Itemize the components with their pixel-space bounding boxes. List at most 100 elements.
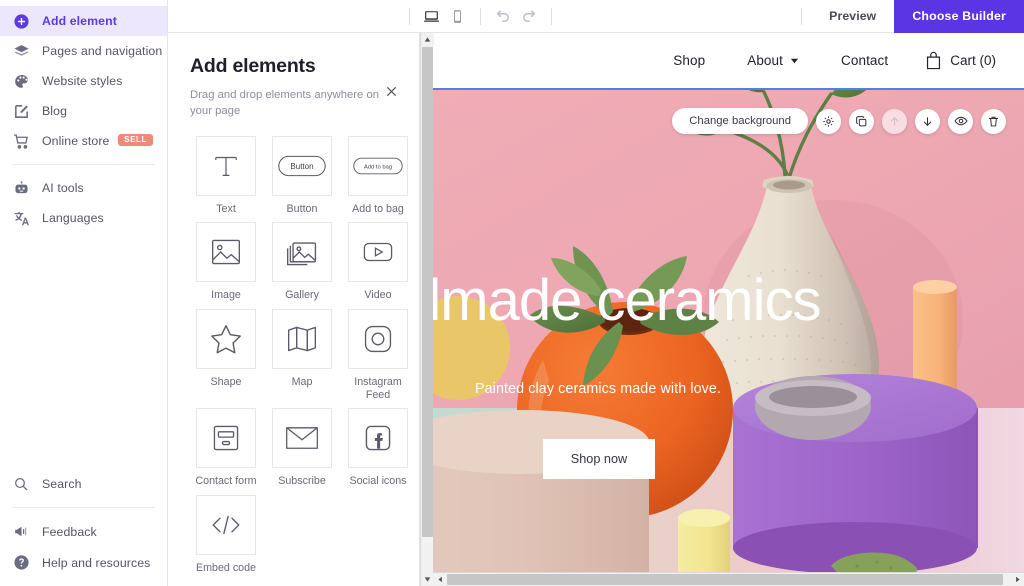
gear-icon <box>822 115 835 128</box>
left-sidebar: Add element Pages and navigation Website… <box>0 0 168 586</box>
contact-form-icon <box>196 408 256 468</box>
shopping-bag-icon <box>925 51 942 70</box>
element-tile-label: Subscribe <box>266 475 338 488</box>
robot-icon <box>10 177 32 199</box>
element-tile-add-to-bag[interactable]: Add to bag Add to bag <box>342 136 414 216</box>
desktop-icon[interactable] <box>419 4 445 28</box>
sidebar-item-help-and-resources[interactable]: Help and resources <box>0 547 167 578</box>
section-move-down-button[interactable] <box>915 109 940 134</box>
preview-button[interactable]: Preview <box>811 9 894 23</box>
instagram-icon <box>348 309 408 369</box>
pencil-square-icon <box>10 100 32 122</box>
sidebar-item-languages[interactable]: Languages <box>0 203 167 233</box>
sidebar-item-pages-and-navigation[interactable]: Pages and navigation <box>0 36 167 66</box>
scrollbar-thumb-horizontal[interactable] <box>447 574 1003 585</box>
nav-link-about[interactable]: About <box>726 53 820 68</box>
cart-label: Cart (0) <box>950 53 996 68</box>
text-t-icon <box>196 136 256 196</box>
search-icon <box>10 473 32 495</box>
close-icon[interactable] <box>383 83 399 99</box>
sidebar-item-ai-tools[interactable]: AI tools <box>0 173 167 203</box>
element-tile-subscribe[interactable]: Subscribe <box>266 408 338 488</box>
element-tile-label: Map <box>266 376 338 389</box>
sidebar-item-feedback[interactable]: Feedback <box>0 516 167 547</box>
sidebar-item-search[interactable]: Search <box>0 468 167 499</box>
section-move-up-button <box>882 109 907 134</box>
arrow-down-icon <box>921 115 934 128</box>
scroll-left-icon[interactable] <box>433 573 447 586</box>
question-circle-icon <box>10 552 32 574</box>
duplicate-icon <box>855 115 868 128</box>
panel-title: Add elements <box>190 55 397 78</box>
element-tile-button[interactable]: Button Button <box>266 136 338 216</box>
nav-link-shop[interactable]: Shop <box>652 53 726 68</box>
chevron-down-icon <box>790 56 799 65</box>
panel-vertical-scrollbar[interactable] <box>420 33 433 586</box>
element-tile-contact-form[interactable]: Contact form <box>190 408 262 488</box>
mobile-icon[interactable] <box>445 4 471 28</box>
star-shape-icon <box>196 309 256 369</box>
undo-icon[interactable] <box>490 4 516 28</box>
element-tile-social-icons[interactable]: Social icons <box>342 408 414 488</box>
shopping-cart-icon <box>10 130 32 152</box>
site-canvas: Shop About Contact Cart (0) <box>433 33 1024 572</box>
status-badge-sell: SELL <box>118 134 153 146</box>
hero-subheading[interactable]: Painted clay ceramics made with love. <box>475 381 721 397</box>
element-tile-video[interactable]: Video <box>342 222 414 302</box>
element-tile-shape[interactable]: Shape <box>190 309 262 403</box>
shop-now-button[interactable]: Shop now <box>543 439 655 479</box>
nav-link-label: About <box>747 53 783 68</box>
scroll-right-icon[interactable] <box>1010 573 1024 586</box>
envelope-icon <box>272 408 332 468</box>
section-duplicate-button[interactable] <box>849 109 874 134</box>
cart-button[interactable]: Cart (0) <box>909 51 996 70</box>
element-tile-label: Contact form <box>190 475 262 488</box>
nav-link-label: Shop <box>673 53 705 68</box>
section-delete-button[interactable] <box>981 109 1006 134</box>
sidebar-item-label: Online store <box>42 134 110 148</box>
section-settings-button[interactable] <box>816 109 841 134</box>
change-background-button[interactable]: Change background <box>672 108 808 134</box>
hero-heading[interactable]: dmade ceramics <box>433 272 820 330</box>
trash-icon <box>987 115 1000 128</box>
sidebar-item-website-styles[interactable]: Website styles <box>0 66 167 96</box>
hero-text-overlay: dmade ceramics Painted clay ceramics mad… <box>433 90 1024 572</box>
choose-builder-button[interactable]: Choose Builder <box>894 0 1024 33</box>
element-tile-label: Image <box>190 289 262 302</box>
nav-link-contact[interactable]: Contact <box>820 53 909 68</box>
sidebar-item-blog[interactable]: Blog <box>0 96 167 126</box>
element-tile-map[interactable]: Map <box>266 309 338 403</box>
sidebar-item-label: Website styles <box>42 74 122 88</box>
sidebar-item-online-store[interactable]: Online store SELL <box>0 126 167 156</box>
element-tile-instagram-feed[interactable]: Instagram Feed <box>342 309 414 403</box>
toolbar-divider-3 <box>551 8 552 25</box>
toolbar-divider <box>409 8 410 25</box>
sidebar-item-label: Feedback <box>42 525 97 539</box>
element-tile-label: Instagram Feed <box>342 376 414 403</box>
element-tile-gallery[interactable]: Gallery <box>266 222 338 302</box>
canvas-horizontal-scrollbar[interactable] <box>433 572 1024 586</box>
redo-icon[interactable] <box>516 4 542 28</box>
element-tile-image[interactable]: Image <box>190 222 262 302</box>
element-tile-label: Text <box>190 203 262 216</box>
element-tile-embed-code[interactable]: Embed code <box>190 495 262 575</box>
scrollbar-thumb[interactable] <box>422 47 433 537</box>
section-hide-button[interactable] <box>948 109 973 134</box>
toolbar-divider-4 <box>801 8 802 25</box>
element-tile-label: Embed code <box>190 562 262 575</box>
sidebar-divider-bottom <box>12 507 155 508</box>
element-tile-text[interactable]: Text <box>190 136 262 216</box>
svg-text:Button: Button <box>290 162 313 171</box>
sidebar-bottom-group: Search Feedback Help and resources <box>0 468 167 578</box>
panel-subtitle: Drag and drop elements anywhere on your … <box>190 87 386 120</box>
video-play-icon <box>348 222 408 282</box>
arrow-up-icon <box>888 115 901 128</box>
palette-icon <box>10 70 32 92</box>
sidebar-item-add-element[interactable]: Add element <box>0 6 167 36</box>
hero-section[interactable]: dmade ceramics Painted clay ceramics mad… <box>433 88 1024 572</box>
element-tile-label: Video <box>342 289 414 302</box>
top-toolbar: Preview Choose Builder <box>168 0 1024 33</box>
svg-text:Add to bag: Add to bag <box>364 164 392 170</box>
scroll-up-icon[interactable] <box>421 33 434 46</box>
layers-icon <box>10 40 32 62</box>
